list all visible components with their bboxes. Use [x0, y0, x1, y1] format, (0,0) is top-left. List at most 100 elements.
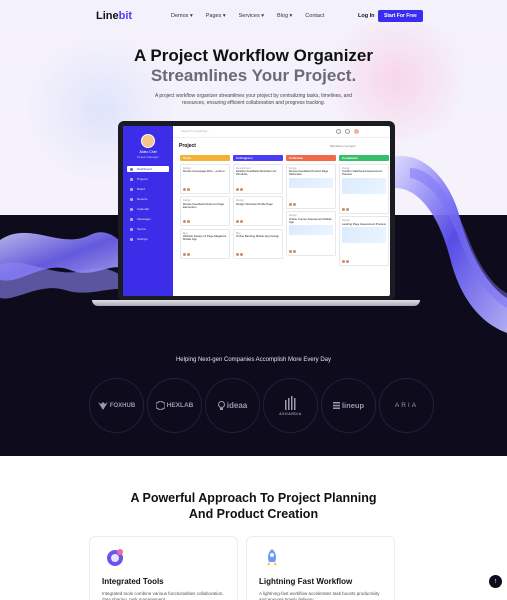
task-card[interactable]: Development Existing Feedback Illustratio…	[233, 163, 283, 194]
section-title: A Powerful Approach To Project Planning	[130, 491, 377, 505]
card-title: Confirm Dashboard Assessment Preview	[342, 169, 383, 177]
task-card[interactable]: Bug Website Design UI Page Magazine Mobil…	[180, 228, 230, 259]
card-avatars	[236, 220, 243, 223]
sidebar-item-board[interactable]: Board	[127, 186, 169, 192]
hero-title-secondary: Streamlines Your Project.	[150, 66, 357, 85]
column-header: Completed	[339, 155, 389, 161]
column-header: In Progress	[233, 155, 283, 161]
card-title: Existing Feedback Illustration for Windo…	[236, 169, 277, 177]
card-title: Revise Feedback Notes for Page Elements'…	[183, 201, 225, 209]
company-logo-text: lineup	[341, 401, 365, 410]
task-card[interactable]: Design Revise Homepage Wire... push to	[180, 163, 230, 194]
fox-icon	[97, 401, 108, 410]
sidebar-item-label: Settings	[137, 237, 148, 241]
landing-page: Linebit Demos ▾ Pages ▾ Services ▾ Blog …	[0, 0, 507, 600]
hero-subtitle: A project workflow organizer streamlines…	[154, 93, 353, 106]
task-card[interactable]: Design Landing Page Assessment Preview	[339, 216, 389, 266]
topbar-icons	[336, 129, 359, 134]
task-card[interactable]: Design Design Windows Profile Page	[233, 196, 283, 226]
nav-item-demos[interactable]: Demos ▾	[171, 13, 193, 19]
sidebar-item-reports[interactable]: Reports	[127, 196, 169, 202]
task-card[interactable]: Design Online Course Assessment Mobile Ap…	[286, 211, 336, 256]
nav-item-blog[interactable]: Blog ▾	[277, 13, 292, 19]
card-avatars	[342, 260, 349, 263]
sidebar-item-projects[interactable]: Projects	[127, 176, 169, 182]
start-free-button[interactable]: Start For Free	[378, 10, 423, 22]
nav-item-pages[interactable]: Pages ▾	[206, 13, 226, 19]
bell-icon[interactable]	[336, 129, 341, 134]
board-column-todo: To Do Design Revise Homepage Wire... push…	[180, 155, 230, 296]
company-logo-text: ASGARDIA	[279, 411, 302, 416]
company-logo-lineup: lineup	[321, 378, 376, 433]
chart-icon	[130, 197, 133, 201]
login-link[interactable]: Log In	[358, 13, 375, 19]
brand-logo-accent: bit	[118, 10, 133, 22]
board-column-in-review: In Review Design Revise Feedback Product …	[286, 155, 336, 296]
task-card[interactable]: Design Revise Feedback Product Page Webma…	[286, 163, 336, 209]
gear-icon	[107, 549, 123, 566]
card-title: Website Design UI Page Magazine Mobile A…	[183, 234, 227, 242]
card-avatars	[183, 220, 190, 223]
ribbon-right-decoration	[390, 156, 507, 333]
app-sidebar: Aldeo Chet Project Manager Dashboard Pro…	[123, 126, 173, 296]
user-icon[interactable]	[354, 129, 359, 134]
towers-icon	[284, 395, 295, 410]
user-role: Project Manager	[136, 155, 159, 159]
sidebar-item-calendar[interactable]: Calendar	[127, 206, 169, 212]
company-logo-text: HEXLAB	[166, 402, 194, 409]
card-title: Revise Homepage Wire... push to	[183, 169, 225, 173]
search-input[interactable]: Search for anything...	[181, 129, 210, 133]
brand-logo[interactable]: Linebit	[96, 10, 132, 22]
company-logo-text: ideaa	[226, 401, 248, 410]
sidebar-item-teams[interactable]: Teams	[127, 226, 169, 232]
lines-icon	[332, 402, 340, 409]
sidebar-item-label: Projects	[137, 177, 148, 181]
task-card[interactable]: Bug Online Banking Mobile App Design	[233, 228, 283, 259]
board-column-completed: Completed Design Confirm Dashboard Assess…	[339, 155, 389, 296]
company-logo-hexlab: HEXLAB	[147, 378, 202, 433]
nav-item-contact[interactable]: Contact	[305, 13, 324, 19]
dashboard-icon	[130, 167, 133, 171]
company-logo-asgardia: ASGARDIA	[263, 378, 318, 433]
main-menu: Demos ▾ Pages ▾ Services ▾ Blog ▾ Contac…	[171, 13, 324, 19]
card-title: Design Windows Profile Page	[236, 201, 273, 206]
card-avatars	[236, 187, 243, 191]
card-title: Online Banking Mobile App Design	[236, 234, 280, 238]
nav-item-services[interactable]: Services ▾	[239, 13, 264, 19]
card-avatars	[342, 207, 349, 211]
task-card[interactable]: Design Revise Feedback Notes for Page Ele…	[180, 196, 230, 226]
sidebar-item-label: Calendar	[137, 207, 150, 211]
card-avatars	[183, 187, 190, 191]
task-card[interactable]: Design Confirm Dashboard Assessment Previ…	[339, 163, 389, 214]
card-image	[289, 177, 333, 188]
message-icon	[130, 217, 133, 221]
scroll-to-top-button[interactable]: ↑	[489, 575, 502, 588]
sidebar-item-messages[interactable]: Messages	[127, 216, 169, 222]
page-title: Project	[179, 143, 196, 149]
column-header: To Do	[180, 155, 230, 161]
card-title: Landing Page Assessment Preview	[342, 221, 386, 226]
feature-description: A lightning-fast workflow accelerates ta…	[259, 591, 380, 600]
card-avatars	[236, 252, 243, 256]
hero-title: A Project Workflow Organizer	[134, 46, 373, 65]
calendar-icon	[130, 207, 133, 211]
sidebar-item-dashboard[interactable]: Dashboard	[127, 166, 169, 172]
sidebar-item-settings[interactable]: Settings	[127, 236, 169, 242]
brand-logo-text: Line	[96, 10, 119, 22]
company-logo-foxhub: FOXHUB	[89, 378, 144, 433]
company-logos: FOXHUB HEXLAB ideaa ASGARDIA lineup ARIA	[89, 378, 434, 433]
laptop-mockup: Aldeo Chet Project Manager Dashboard Pro…	[118, 121, 395, 301]
gear-icon	[130, 237, 133, 241]
sidebar-item-label: Reports	[137, 197, 148, 201]
user-name: Aldeo Chet	[139, 150, 157, 154]
card-image	[342, 226, 386, 243]
company-logo-aria: ARIA	[379, 378, 434, 433]
folder-icon	[130, 177, 133, 181]
sidebar-item-label: Board	[137, 187, 146, 191]
sidebar-item-label: Dashboard	[137, 167, 152, 171]
top-navbar: Linebit Demos ▾ Pages ▾ Services ▾ Blog …	[0, 0, 507, 32]
card-avatars	[183, 252, 190, 256]
card-image	[289, 225, 333, 236]
laptop-base	[92, 300, 420, 306]
mail-icon[interactable]	[345, 129, 350, 134]
